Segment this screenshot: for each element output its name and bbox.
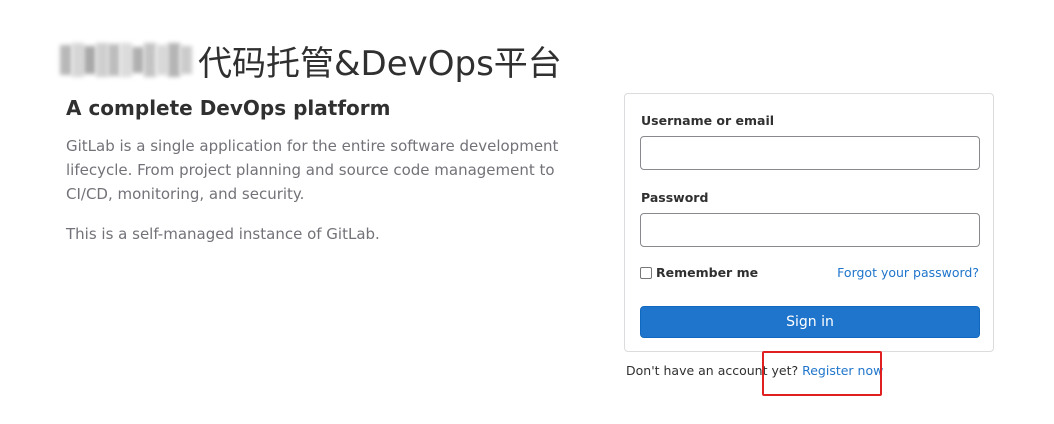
blurred-logo [60, 43, 192, 77]
remember-me[interactable]: Remember me [640, 265, 758, 280]
password-label: Password [641, 190, 709, 205]
intro-heading: A complete DevOps platform [66, 96, 391, 120]
login-page: 代码托管&DevOps平台 A complete DevOps platform… [0, 0, 1054, 424]
intro-description: GitLab is a single application for the e… [66, 137, 559, 203]
instance-note: This is a self-managed instance of GitLa… [66, 225, 380, 243]
sign-in-button[interactable]: Sign in [640, 306, 980, 338]
username-input[interactable] [640, 136, 980, 170]
remember-me-checkbox[interactable] [640, 266, 652, 279]
username-label: Username or email [641, 113, 775, 128]
brand-header: 代码托管&DevOps平台 [60, 36, 562, 84]
register-prompt-text: Don't have an account yet? [626, 363, 799, 378]
login-form: Username or email Password Remember me F… [624, 93, 994, 352]
forgot-password-link[interactable]: Forgot your password? [837, 265, 979, 280]
register-now-link[interactable]: Register now [802, 363, 883, 378]
page-title: 代码托管&DevOps平台 [198, 43, 562, 84]
password-input[interactable] [640, 213, 980, 247]
intro-section: A complete DevOps platform GitLab is a s… [66, 96, 606, 262]
remember-me-label[interactable]: Remember me [656, 265, 758, 280]
register-prompt: Don't have an account yet? Register now [626, 363, 883, 378]
